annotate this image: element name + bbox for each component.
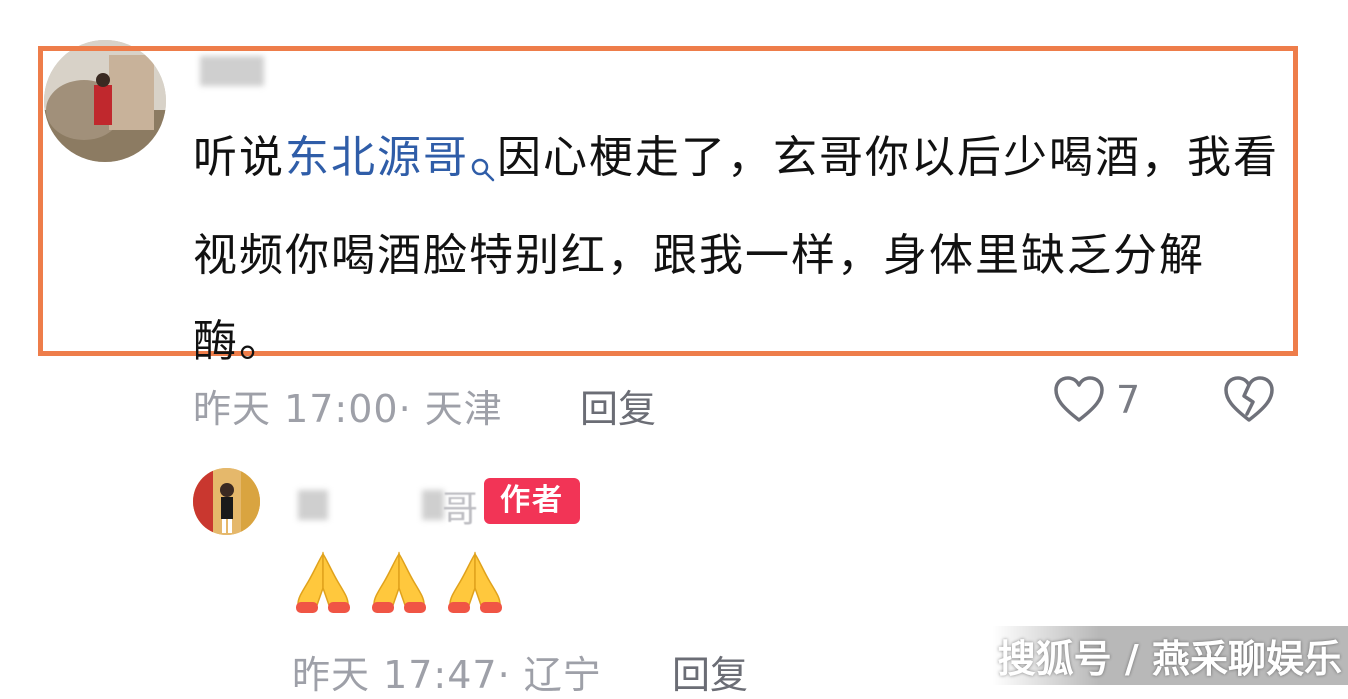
author-name-redacted[interactable] bbox=[298, 490, 328, 520]
folded-hands-emoji bbox=[372, 551, 426, 613]
broken-heart-icon[interactable] bbox=[1222, 374, 1276, 428]
source-watermark: 搜狐号 / 燕采聊娱乐 bbox=[991, 626, 1348, 685]
like-count: 7 bbox=[1116, 378, 1141, 422]
comment-text: 听说东北源哥 因心梗走了，玄哥你以后少喝酒，我看视频你喝酒脸特别红，跟我一样，身体… bbox=[193, 115, 1283, 385]
comment-text-prefix: 听说 bbox=[193, 132, 285, 183]
mention-link[interactable]: 东北源哥 bbox=[285, 132, 469, 183]
reply-emoji-row bbox=[292, 548, 506, 614]
author-tag: 作者 bbox=[484, 478, 580, 524]
reply-reply-button[interactable]: 回复 bbox=[672, 644, 748, 699]
search-icon[interactable] bbox=[469, 127, 497, 213]
folded-hands-emoji bbox=[296, 551, 350, 613]
avatar-photo bbox=[193, 468, 260, 535]
author-name-visible: 哥 bbox=[442, 489, 479, 530]
comment-meta: 昨天 17:00· 天津 bbox=[193, 387, 503, 431]
folded-hands-emoji bbox=[448, 551, 502, 613]
author-name-redacted-2[interactable] bbox=[422, 490, 444, 520]
heart-outline-icon[interactable] bbox=[1052, 374, 1106, 428]
reply-meta: 昨天 17:47· 辽宁 bbox=[292, 653, 602, 697]
author-avatar[interactable] bbox=[193, 468, 260, 535]
reply-button[interactable]: 回复 bbox=[580, 378, 656, 433]
